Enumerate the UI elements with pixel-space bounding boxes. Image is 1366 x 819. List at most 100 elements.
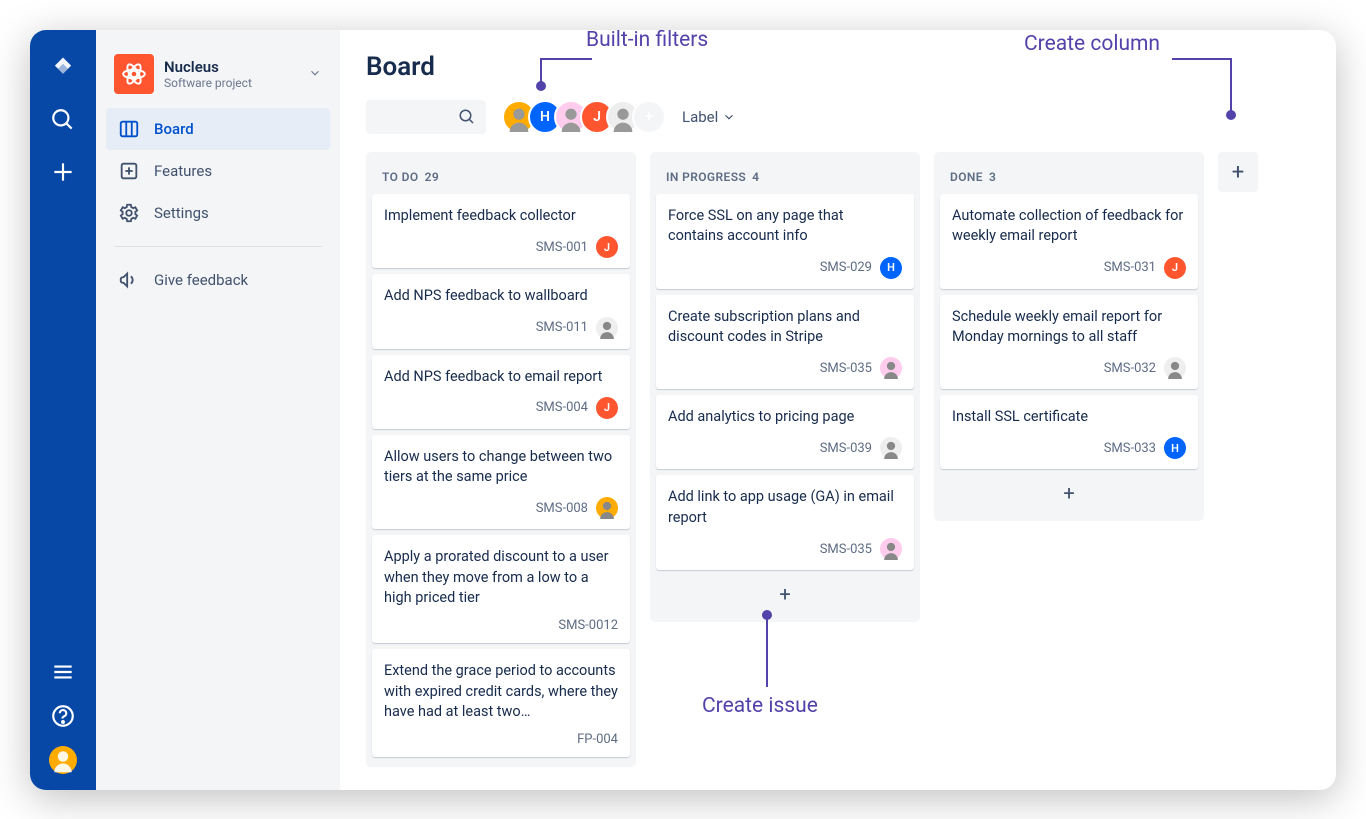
sidebar-item-settings[interactable]: Settings [106,192,330,234]
assignee-avatar [596,317,618,339]
annotation-line [540,58,542,83]
page-title: Board [366,52,1310,82]
issue-card[interactable]: Create subscription plans and discount c… [656,295,914,390]
column-count: 29 [425,170,440,184]
issue-card[interactable]: Schedule weekly email report for Monday … [940,295,1198,390]
column-count: 4 [752,170,759,184]
assignee-avatar: J [1164,257,1186,279]
create-icon[interactable] [49,158,77,186]
card-footer: SMS-029 H [668,257,902,279]
assignee-avatar: J [596,236,618,258]
annotation-dot [536,81,546,91]
project-header[interactable]: Nucleus Software project [106,50,330,108]
issue-card[interactable]: Add NPS feedback to email reportSMS-004J [372,355,630,429]
card-title: Force SSL on any page that contains acco… [668,206,902,247]
create-issue-button[interactable]: + [656,576,914,612]
megaphone-icon [118,269,140,291]
issue-key: SMS-029 [820,260,872,275]
board-column: TO DO29 Implement feedback collector SMS-0… [366,152,636,767]
issue-card[interactable]: Add NPS feedback to wallboardSMS-011 [372,274,630,348]
card-title: Implement feedback collector [384,206,618,226]
gear-icon [118,202,140,224]
card-footer: SMS-011 [384,317,618,339]
assignee-avatar: H [1164,437,1186,459]
issue-card[interactable]: Extend the grace period to accounts with… [372,649,630,757]
card-footer: SMS-039 [668,437,902,459]
card-footer: SMS-001J [384,236,618,258]
issue-card[interactable]: Add analytics to pricing pageSMS-039 [656,395,914,469]
sidebar-item-label: Settings [154,204,209,222]
issue-card[interactable]: Force SSL on any page that contains acco… [656,194,914,289]
card-title: Automate collection of feedback for week… [952,206,1186,247]
issue-key: SMS-004 [536,400,588,415]
filter-avatars: HJ+ [502,100,666,134]
column-header: IN PROGRESS4 [656,162,914,188]
issue-card[interactable]: Implement feedback collector SMS-001J [372,194,630,268]
annotation-line [1172,58,1231,60]
assignee-avatar [596,497,618,519]
app-frame: Nucleus Software project Board Features … [30,30,1336,790]
issue-key: SMS-039 [820,441,872,456]
card-title: Extend the grace period to accounts with… [384,661,618,722]
issue-key: SMS-008 [536,501,588,516]
issue-card[interactable]: Automate collection of feedback for week… [940,194,1198,289]
column-name: DONE [950,170,983,184]
search-input[interactable] [366,100,486,134]
board-column: DONE3Automate collection of feedback for… [934,152,1204,521]
issue-key: SMS-0012 [558,618,618,633]
add-people-button[interactable]: + [632,100,666,134]
sidebar-item-label: Board [154,120,194,138]
column-header: TO DO29 [372,162,630,188]
annotation-dot [762,610,772,620]
card-title: Create subscription plans and discount c… [668,307,902,348]
label-dropdown[interactable]: Label [682,108,736,126]
help-icon[interactable] [49,702,77,730]
project-icon [114,54,154,94]
annotation-line [766,615,768,687]
global-rail [30,30,96,790]
assignee-avatar [880,437,902,459]
card-footer: SMS-0012 [384,618,618,633]
assignee-avatar [880,538,902,560]
create-issue-button[interactable]: + [940,475,1198,511]
annotation-line [1230,58,1232,112]
annotation-dot [1226,110,1236,120]
menu-icon[interactable] [49,658,77,686]
search-icon[interactable] [49,106,77,134]
issue-key: SMS-035 [820,542,872,557]
sidebar-item-label: Features [154,162,212,180]
jira-logo-icon[interactable] [49,54,77,82]
issue-key: SMS-032 [1104,361,1156,376]
assignee-avatar [880,357,902,379]
card-title: Add link to app usage (GA) in email repo… [668,487,902,528]
card-title: Schedule weekly email report for Monday … [952,307,1186,348]
kanban-board: TO DO29 Implement feedback collector SMS-0… [366,152,1310,767]
issue-key: SMS-031 [1104,260,1156,275]
profile-avatar[interactable] [49,746,77,774]
annotation-filters: Built-in filters [586,30,708,52]
chevron-down-icon[interactable] [308,65,322,84]
project-name: Nucleus [164,58,298,76]
card-footer: SMS-035 [668,357,902,379]
board-column: IN PROGRESS4 Force SSL on any page that c… [650,152,920,622]
issue-card[interactable]: Allow users to change between two tiers … [372,435,630,530]
sidebar-item-feedback[interactable]: Give feedback [106,259,330,301]
sidebar-item-board[interactable]: Board [106,108,330,150]
card-title: Allow users to change between two tiers … [384,447,618,488]
assignee-avatar: H [880,257,902,279]
chevron-down-icon [722,110,736,124]
issue-card[interactable]: Add link to app usage (GA) in email repo… [656,475,914,570]
issue-card[interactable]: Apply a prorated discount to a user when… [372,535,630,643]
card-footer: SMS-032 [952,357,1186,379]
sidebar-item-label: Give feedback [154,271,248,289]
card-footer: SMS-033H [952,437,1186,459]
features-icon [118,160,140,182]
project-sidebar: Nucleus Software project Board Features … [96,30,340,790]
card-footer: SMS-008 [384,497,618,519]
card-title: Install SSL certificate [952,407,1186,427]
issue-card[interactable]: Install SSL certificate SMS-033H [940,395,1198,469]
issue-key: SMS-035 [820,361,872,376]
assignee-avatar [1164,357,1186,379]
sidebar-item-features[interactable]: Features [106,150,330,192]
add-column-button[interactable]: + [1218,152,1258,192]
